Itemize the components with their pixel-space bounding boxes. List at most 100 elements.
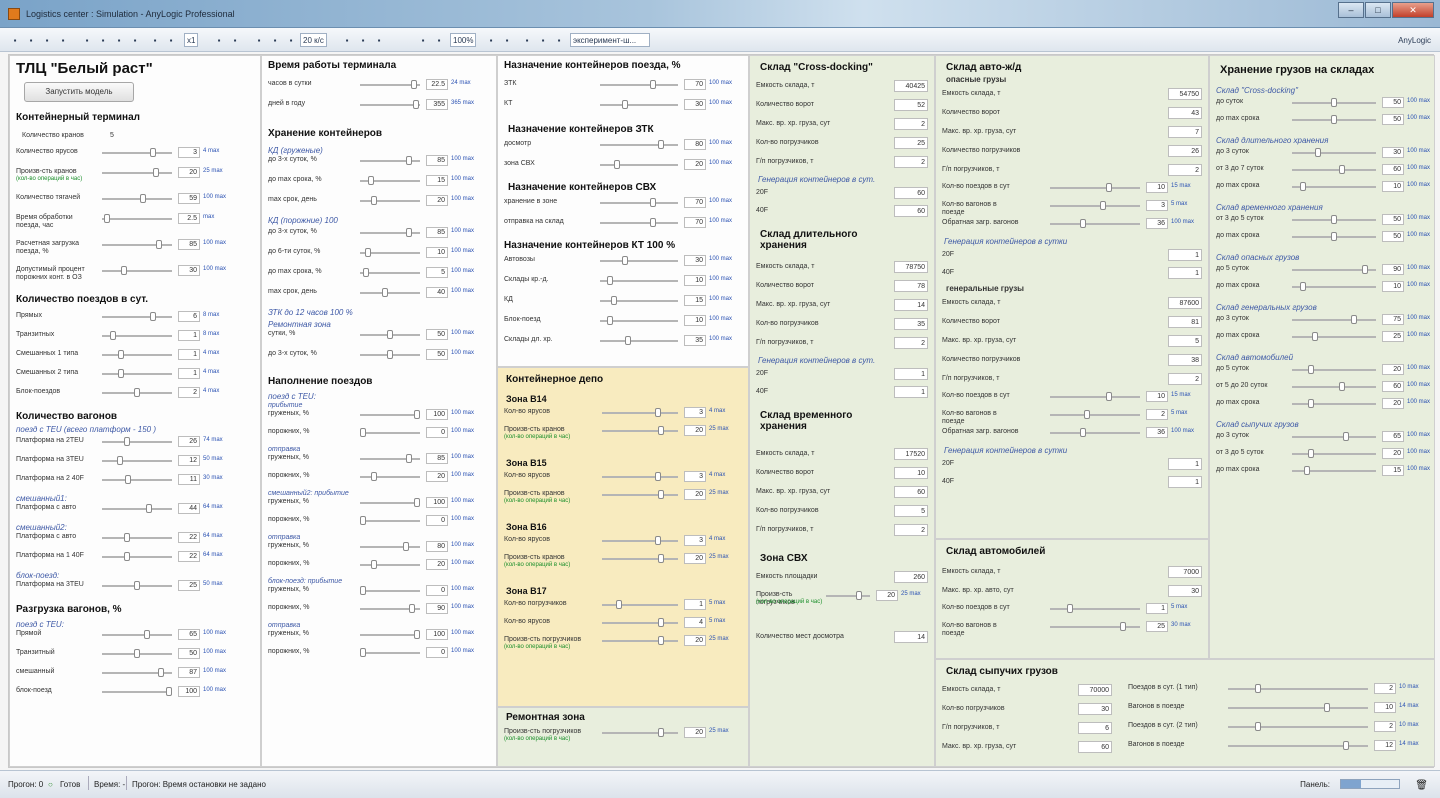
- param-value[interactable]: 30: [684, 99, 706, 110]
- slider-handle[interactable]: [360, 516, 366, 525]
- param-value[interactable]: 20: [684, 425, 706, 436]
- field-value[interactable]: 14: [894, 299, 928, 311]
- field-value[interactable]: 2: [894, 337, 928, 349]
- param-slider[interactable]: [602, 536, 678, 545]
- slider-handle[interactable]: [117, 456, 123, 465]
- param-slider[interactable]: [600, 336, 678, 345]
- slider-handle[interactable]: [650, 80, 656, 89]
- slider-handle[interactable]: [121, 266, 127, 275]
- slider-handle[interactable]: [166, 687, 172, 696]
- param-value[interactable]: 90: [426, 603, 448, 614]
- param-value[interactable]: 50: [178, 648, 200, 659]
- param-slider[interactable]: [600, 218, 678, 227]
- field-value[interactable]: 6: [1078, 722, 1112, 734]
- layer-icon[interactable]: ▪: [268, 33, 282, 47]
- param-value[interactable]: 20: [684, 489, 706, 500]
- param-slider[interactable]: [102, 533, 172, 542]
- param-value[interactable]: 30: [1382, 147, 1404, 158]
- param-value[interactable]: 60: [1382, 381, 1404, 392]
- param-value[interactable]: 20: [684, 159, 706, 170]
- param-value[interactable]: 100: [426, 629, 448, 640]
- param-value[interactable]: 40: [426, 287, 448, 298]
- slider-handle[interactable]: [1106, 392, 1112, 401]
- slider-handle[interactable]: [1351, 315, 1357, 324]
- param-value[interactable]: 50: [1382, 231, 1404, 242]
- field-value[interactable]: 30: [1168, 585, 1202, 597]
- param-value[interactable]: 30: [178, 265, 200, 276]
- slider-handle[interactable]: [658, 490, 664, 499]
- param-slider[interactable]: [102, 168, 172, 177]
- experiment-select[interactable]: эксперимент-ш...: [570, 33, 650, 47]
- run-model-button[interactable]: Запустить модель: [24, 82, 134, 102]
- slider-handle[interactable]: [1080, 219, 1086, 228]
- speed-up-icon[interactable]: ▪: [212, 33, 226, 47]
- param-slider[interactable]: [360, 604, 420, 613]
- field-value[interactable]: 54750: [1168, 88, 1202, 100]
- param-value[interactable]: 6: [178, 311, 200, 322]
- slider-handle[interactable]: [1331, 232, 1337, 241]
- param-value[interactable]: 50: [1382, 97, 1404, 108]
- param-value[interactable]: 70: [684, 197, 706, 208]
- slider-handle[interactable]: [1362, 265, 1368, 274]
- param-value[interactable]: 1: [1146, 603, 1168, 614]
- param-value[interactable]: 25: [1382, 331, 1404, 342]
- param-value[interactable]: 3: [684, 407, 706, 418]
- param-slider[interactable]: [1292, 399, 1376, 408]
- slider-handle[interactable]: [655, 472, 661, 481]
- slider-handle[interactable]: [1331, 98, 1337, 107]
- slider-handle[interactable]: [150, 148, 156, 157]
- param-slider[interactable]: [1292, 232, 1376, 241]
- pause-icon[interactable]: ▪: [112, 33, 126, 47]
- param-value[interactable]: 1: [178, 368, 200, 379]
- param-slider[interactable]: [600, 140, 678, 149]
- field-value[interactable]: 2: [1168, 373, 1202, 385]
- param-slider[interactable]: [1050, 428, 1140, 437]
- slider-handle[interactable]: [158, 668, 164, 677]
- slider-handle[interactable]: [1331, 115, 1337, 124]
- open-icon[interactable]: ▪: [40, 33, 54, 47]
- param-value[interactable]: 1: [684, 599, 706, 610]
- param-slider[interactable]: [602, 636, 678, 645]
- param-slider[interactable]: [102, 148, 172, 157]
- param-slider[interactable]: [1050, 392, 1140, 401]
- param-value[interactable]: 36: [1146, 218, 1168, 229]
- param-slider[interactable]: [600, 160, 678, 169]
- param-slider[interactable]: [1292, 332, 1376, 341]
- trash-icon[interactable]: 🗑: [1415, 780, 1428, 791]
- field-value[interactable]: 260: [894, 571, 928, 583]
- param-value[interactable]: 50: [1382, 214, 1404, 225]
- param-value[interactable]: 10: [1146, 391, 1168, 402]
- param-slider[interactable]: [360, 330, 420, 339]
- param-slider[interactable]: [1292, 165, 1376, 174]
- run-icon[interactable]: ▪: [80, 33, 94, 47]
- param-slider[interactable]: [360, 454, 420, 463]
- param-slider[interactable]: [1050, 219, 1140, 228]
- field-value[interactable]: 14: [894, 631, 928, 643]
- param-slider[interactable]: [1292, 215, 1376, 224]
- param-value[interactable]: 26: [178, 436, 200, 447]
- field-value[interactable]: 1: [1168, 458, 1202, 470]
- param-value[interactable]: 0: [426, 647, 448, 658]
- field-value[interactable]: 40425: [894, 80, 928, 92]
- param-slider[interactable]: [602, 728, 678, 737]
- slider-handle[interactable]: [363, 268, 369, 277]
- param-value[interactable]: 75: [1382, 314, 1404, 325]
- param-value[interactable]: 0: [426, 427, 448, 438]
- grid-icon[interactable]: ▪: [252, 33, 266, 47]
- param-slider[interactable]: [360, 516, 420, 525]
- param-value[interactable]: 22: [178, 532, 200, 543]
- param-value[interactable]: 20: [426, 471, 448, 482]
- slider-handle[interactable]: [414, 498, 420, 507]
- slider-handle[interactable]: [153, 168, 159, 177]
- slider-handle[interactable]: [622, 100, 628, 109]
- param-value[interactable]: 20: [876, 590, 898, 601]
- field-value[interactable]: 7000: [1168, 566, 1202, 578]
- param-slider[interactable]: [1292, 115, 1376, 124]
- param-value[interactable]: 0: [426, 585, 448, 596]
- slider-handle[interactable]: [658, 618, 664, 627]
- param-slider[interactable]: [600, 80, 678, 89]
- param-slider[interactable]: [360, 100, 420, 109]
- param-slider[interactable]: [602, 408, 678, 417]
- param-slider[interactable]: [1292, 148, 1376, 157]
- param-value[interactable]: 36: [1146, 427, 1168, 438]
